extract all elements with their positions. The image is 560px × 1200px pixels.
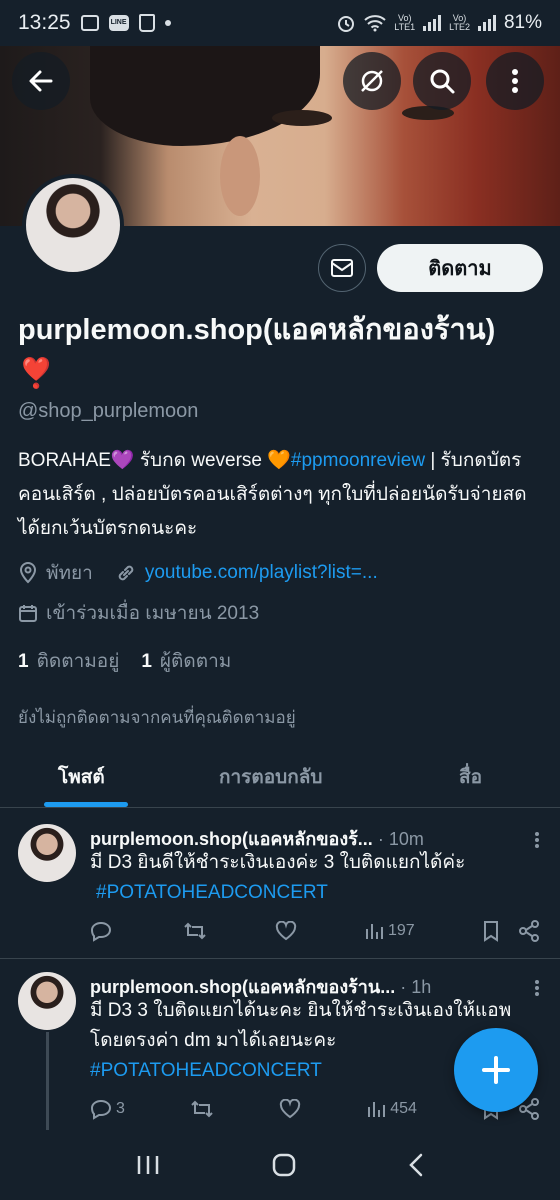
tweet-more-icon[interactable] xyxy=(530,978,544,998)
compose-post-button[interactable] xyxy=(454,1028,538,1112)
profile-bio: BORAHAE💜 รับกด weverse 🧡#ppmoonreview | … xyxy=(18,444,548,546)
banner-hair xyxy=(90,46,320,146)
followers-count-link[interactable]: 1 ผู้ติดตาม xyxy=(141,646,231,676)
gallery-icon xyxy=(80,15,99,31)
active-tab-indicator xyxy=(44,802,128,807)
display-name-text: purplemoon.shop(แอคหลักของร้าน) xyxy=(18,314,496,346)
home-icon[interactable] xyxy=(271,1152,297,1178)
tweet-hashtag-link[interactable]: #POTATOHEADCONCERT xyxy=(96,882,328,903)
tweet-actions: 197 xyxy=(90,920,540,942)
tweet-timestamp: · 1h xyxy=(400,977,432,997)
reply-icon xyxy=(90,1099,112,1120)
back-button[interactable] xyxy=(12,52,70,110)
bookmark-icon[interactable] xyxy=(482,920,500,942)
profile-tabs: โพสต์ การตอบกลับ สื่อ xyxy=(0,742,560,808)
heart-icon xyxy=(275,921,296,941)
grok-button[interactable] xyxy=(343,52,401,110)
tweet-hashtag-link[interactable]: #POTATOHEADCONCERT xyxy=(90,1060,322,1081)
arrow-left-icon xyxy=(29,70,53,92)
status-bar: 13:25 LINE Vo) LTE1 Vo) LTE2 81% xyxy=(0,0,560,46)
tab-replies[interactable]: การตอบกลับ xyxy=(219,762,322,792)
views-chart-icon xyxy=(368,1102,386,1117)
thread-line xyxy=(46,1032,49,1132)
reply-icon xyxy=(90,921,112,942)
views-chart-icon xyxy=(365,924,383,939)
back-nav-icon[interactable] xyxy=(407,1152,425,1178)
grok-icon xyxy=(361,70,383,92)
profile-joined-date: เข้าร่วมเมื่อ เมษายน 2013 xyxy=(46,603,260,624)
like-button[interactable] xyxy=(275,921,297,941)
repost-button[interactable] xyxy=(183,920,207,942)
tab-media[interactable]: สื่อ xyxy=(459,762,482,792)
reply-button[interactable]: 3 xyxy=(90,1098,125,1120)
like-button[interactable] xyxy=(279,1099,301,1119)
profile-meta-joined-row: เข้าร่วมเมื่อ เมษายน 2013 xyxy=(18,598,259,628)
line-app-icon: LINE xyxy=(108,15,129,31)
status-time: 13:25 xyxy=(18,11,71,34)
bio-text-a: BORAHAE💜 รับกด weverse 🧡 xyxy=(18,450,291,471)
profile-location: พัทยา xyxy=(46,563,93,584)
more-notifications-icon xyxy=(164,20,171,26)
wifi-icon xyxy=(364,15,386,32)
display-name: purplemoon.shop(แอคหลักของร้าน) ❣️ xyxy=(18,308,518,396)
reply-button[interactable] xyxy=(90,920,116,942)
message-button[interactable] xyxy=(318,244,366,292)
signal2-icon xyxy=(477,15,496,31)
tweet-text: มี D3 ยินดีให้ชำระเงินเองค่ะ 3 ใบติดแยกไ… xyxy=(90,848,545,908)
tweet-avatar[interactable] xyxy=(18,824,76,882)
views-button[interactable]: 197 xyxy=(364,921,415,941)
shop-icon xyxy=(138,14,155,32)
bio-hashtag-link[interactable]: #ppmoonreview xyxy=(291,450,425,471)
search-button[interactable] xyxy=(413,52,471,110)
tweet-body: มี D3 3 ใบติดแยกได้นะคะ ยินให้ชำระเงินเอ… xyxy=(90,1000,512,1051)
alarm-icon xyxy=(338,16,355,32)
location-pin-icon xyxy=(19,562,37,584)
banner-eye-left xyxy=(272,110,332,126)
followed-by-note: ยังไม่ถูกติดตามจากคนที่คุณติดตามอยู่ xyxy=(18,708,296,727)
more-vertical-icon xyxy=(512,69,518,93)
sim2-label: Vo) LTE2 xyxy=(449,13,470,32)
heart-emoji: ❣️ xyxy=(18,358,55,390)
sim1-label: Vo) LTE1 xyxy=(394,13,416,32)
profile-handle: @shop_purplemoon xyxy=(18,400,199,422)
views-button[interactable]: 454 xyxy=(366,1099,417,1119)
share-icon[interactable] xyxy=(518,920,540,942)
tweet-divider xyxy=(0,958,560,959)
following-count-link[interactable]: 1 ติดตามอยู่ xyxy=(18,646,119,676)
tweet-body: มี D3 ยินดีให้ชำระเงินเองค่ะ 3 ใบติดแยกไ… xyxy=(90,852,466,873)
repost-icon xyxy=(191,1100,213,1118)
battery-level: 81% xyxy=(503,12,542,33)
calendar-icon xyxy=(19,605,37,622)
system-nav-bar xyxy=(0,1130,560,1200)
link-icon xyxy=(118,565,134,581)
more-options-button[interactable] xyxy=(486,52,544,110)
profile-avatar[interactable] xyxy=(22,174,124,276)
tweet-author-name[interactable]: purplemoon.shop(แอคหลักของร้าน... xyxy=(90,977,395,997)
tweet-timestamp: · 10m xyxy=(377,829,424,849)
mail-icon xyxy=(331,259,353,277)
heart-icon xyxy=(279,1099,301,1119)
repost-button[interactable] xyxy=(190,1098,214,1120)
recent-apps-icon[interactable] xyxy=(135,1153,161,1177)
banner-ear xyxy=(220,136,260,216)
profile-meta-location-row: พัทยา youtube.com/playlist?list=... xyxy=(18,558,378,588)
follow-counts: 1 ติดตามอยู่ 1 ผู้ติดตาม xyxy=(18,646,231,676)
tweet-avatar[interactable] xyxy=(18,972,76,1030)
repost-icon xyxy=(184,922,207,940)
tweet-more-icon[interactable] xyxy=(530,830,544,850)
tab-posts[interactable]: โพสต์ xyxy=(58,762,105,792)
tweet-author-name[interactable]: purplemoon.shop(แอคหลักของร้... xyxy=(90,829,373,849)
profile-website-link[interactable]: youtube.com/playlist?list=... xyxy=(145,562,378,584)
plus-icon xyxy=(482,1056,510,1084)
search-icon xyxy=(430,69,455,94)
follow-button[interactable]: ติดตาม xyxy=(377,244,543,292)
signal1-icon xyxy=(423,15,442,31)
